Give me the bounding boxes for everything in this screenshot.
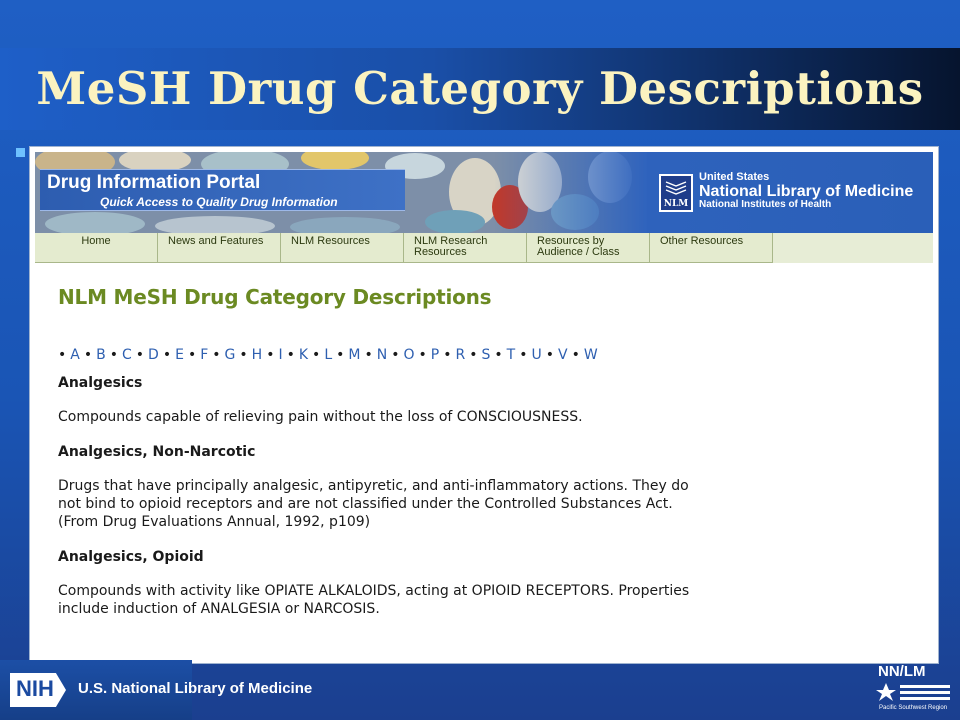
portal-name: Drug Information Portal [47,172,261,193]
term-heading: Analgesics, Opioid [58,549,204,565]
alphabet-link-s[interactable]: S [482,347,491,363]
alphabet-link-e[interactable]: E [175,347,184,363]
bullet-separator: • [239,347,248,363]
alphabet-link-c[interactable]: C [122,347,132,363]
bullet-separator: • [187,347,197,363]
alphabet-link-g[interactable]: G [225,347,236,363]
bullet-separator: • [336,347,345,363]
alphabet-link-h[interactable]: H [252,347,263,363]
alphabet-link-n[interactable]: N [377,347,387,363]
alphabet-link-v[interactable]: V [558,347,568,363]
alphabet-link-a[interactable]: A [70,347,80,363]
portal-name-box: Drug Information Portal Quick Access to … [40,169,405,211]
alphabet-link-i[interactable]: I [278,347,282,363]
alphabet-link-m[interactable]: M [348,347,360,363]
bullet-separator: • [391,347,400,363]
nlm-country: United States [699,171,770,183]
page-heading: NLM MeSH Drug Category Descriptions [58,285,492,309]
bullet-separator: • [83,347,93,363]
nih-logo-icon: NIH [10,673,66,707]
bullet-separator: • [312,347,321,363]
alphabet-index: • A • B • C • D • E • F • G • H • I • K • L • M • N • O • P • R • S • T • U • V… [58,347,918,365]
slide-footer: NIH U.S. National Library of Medicine [0,660,960,720]
nav-item-news-and-features[interactable]: News and Features [158,233,281,263]
bullet-separator: • [519,347,528,363]
term-description: Drugs that have principally analgesic, a… [58,478,689,530]
term-heading: Analgesics, Non-Narcotic [58,444,256,460]
portal-header: Drug Information Portal Quick Access to … [35,152,933,233]
nav-item-nlm-resources[interactable]: NLM Resources [281,233,404,263]
bullet-separator: • [212,347,221,363]
bullet-separator: • [469,347,478,363]
web-page-screenshot: Drug Information Portal Quick Access to … [29,146,939,664]
nav-item-resources-by-audience[interactable]: Resources by Audience / Class [527,233,650,263]
nlm-parent: National Institutes of Health [699,199,832,210]
alphabet-link-b[interactable]: B [96,347,106,363]
slide-title: MeSH Drug Category Descriptions [36,62,924,115]
nih-badge-text: NIH [16,676,54,701]
bullet-separator: • [109,347,118,363]
bullet-separator: • [494,347,503,363]
alphabet-link-o[interactable]: O [404,347,415,363]
bullet-separator: • [364,347,373,363]
bullet-separator: • [162,347,172,363]
nlm-name-link[interactable]: National Library of Medicine [699,183,913,200]
nlm-logo-text: NLM [663,199,689,209]
bullet-separator: • [443,347,452,363]
nav-item-nlm-research-resources[interactable]: NLM Research Resources [404,233,527,263]
term-heading: Analgesics [58,375,143,391]
nnlm-logo: NN/LM Pacific Southwest Region [876,663,954,715]
term-description: Compounds with activity like OPIATE ALKA… [58,583,690,617]
alphabet-link-f[interactable]: F [200,347,208,363]
nav-item-other-resources[interactable]: Other Resources [650,233,773,263]
term-description: Compounds capable of relieving pain with… [58,409,583,425]
nav-bar: Home News and Features NLM Resources NLM… [35,233,933,263]
alphabet-link-w[interactable]: W [584,347,598,363]
main-content: NLM MeSH Drug Category Descriptions • A • B… [58,285,918,636]
nav-item-home[interactable]: Home [35,233,158,263]
alphabet-link-t[interactable]: T [507,347,516,363]
nnlm-flag-icon [876,683,950,701]
alphabet-link-u[interactable]: U [532,347,542,363]
nih-footer-text: U.S. National Library of Medicine [78,680,313,697]
bullet-separator: • [58,347,67,363]
nnlm-logo-text: NN/LM [878,663,926,680]
alphabet-link-r[interactable]: R [456,347,466,363]
bullet-separator: • [286,347,295,363]
bullet-separator: • [266,347,275,363]
bullet-separator: • [135,347,145,363]
bullet-separator: • [418,347,427,363]
bullet-separator: • [545,347,555,363]
alphabet-link-k[interactable]: K [299,347,308,363]
bullet-square [16,148,25,157]
alphabet-link-d[interactable]: D [148,347,159,363]
nnlm-region: Pacific Southwest Region [879,705,948,711]
nlm-book-icon [665,181,687,195]
alphabet-link-l[interactable]: L [324,347,332,363]
alphabet-link-p[interactable]: P [431,347,439,363]
portal-tagline: Quick Access to Quality Drug Information [100,195,338,209]
bullet-separator: • [571,347,580,363]
nlm-logo-icon[interactable]: NLM [659,174,693,212]
